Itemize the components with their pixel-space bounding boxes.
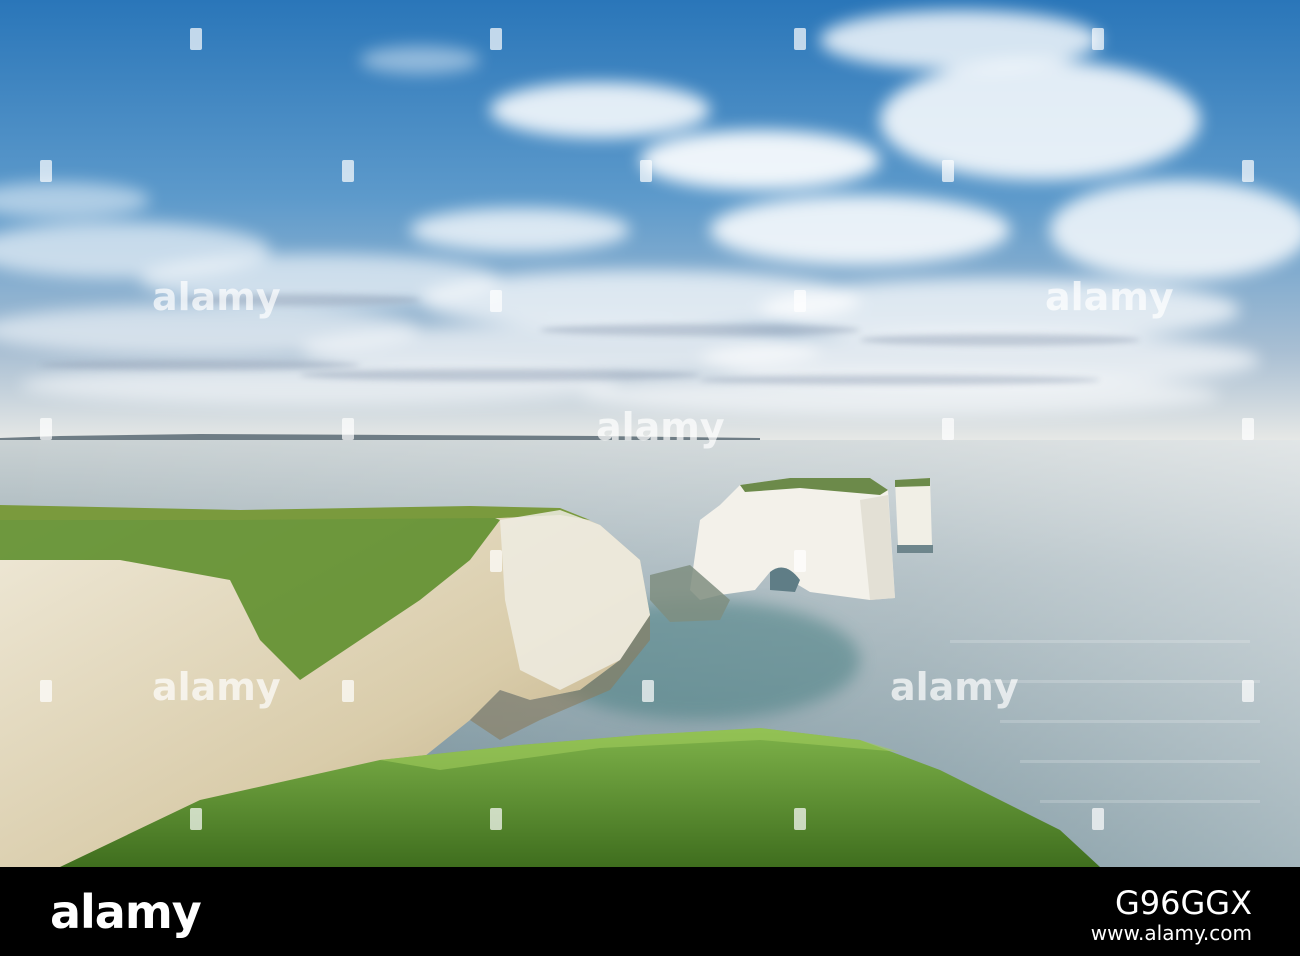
photograph: alamy alamy alamy alamy alamy	[0, 0, 1300, 867]
alamy-logo: alamy	[50, 885, 202, 939]
landscape-photo: alamy alamy alamy alamy alamy	[0, 0, 1300, 867]
image-id-label: G96GGX	[1114, 884, 1252, 922]
svg-text:alamy: alamy	[152, 665, 281, 709]
small-sea-stack	[895, 478, 933, 553]
watermark-footer-bar: alamy G96GGX www.alamy.com	[0, 867, 1300, 956]
svg-text:alamy: alamy	[596, 405, 725, 449]
svg-text:alamy: alamy	[152, 275, 281, 319]
site-url-label: www.alamy.com	[1090, 921, 1252, 945]
svg-text:alamy: alamy	[1045, 275, 1174, 319]
svg-text:alamy: alamy	[890, 665, 1019, 709]
